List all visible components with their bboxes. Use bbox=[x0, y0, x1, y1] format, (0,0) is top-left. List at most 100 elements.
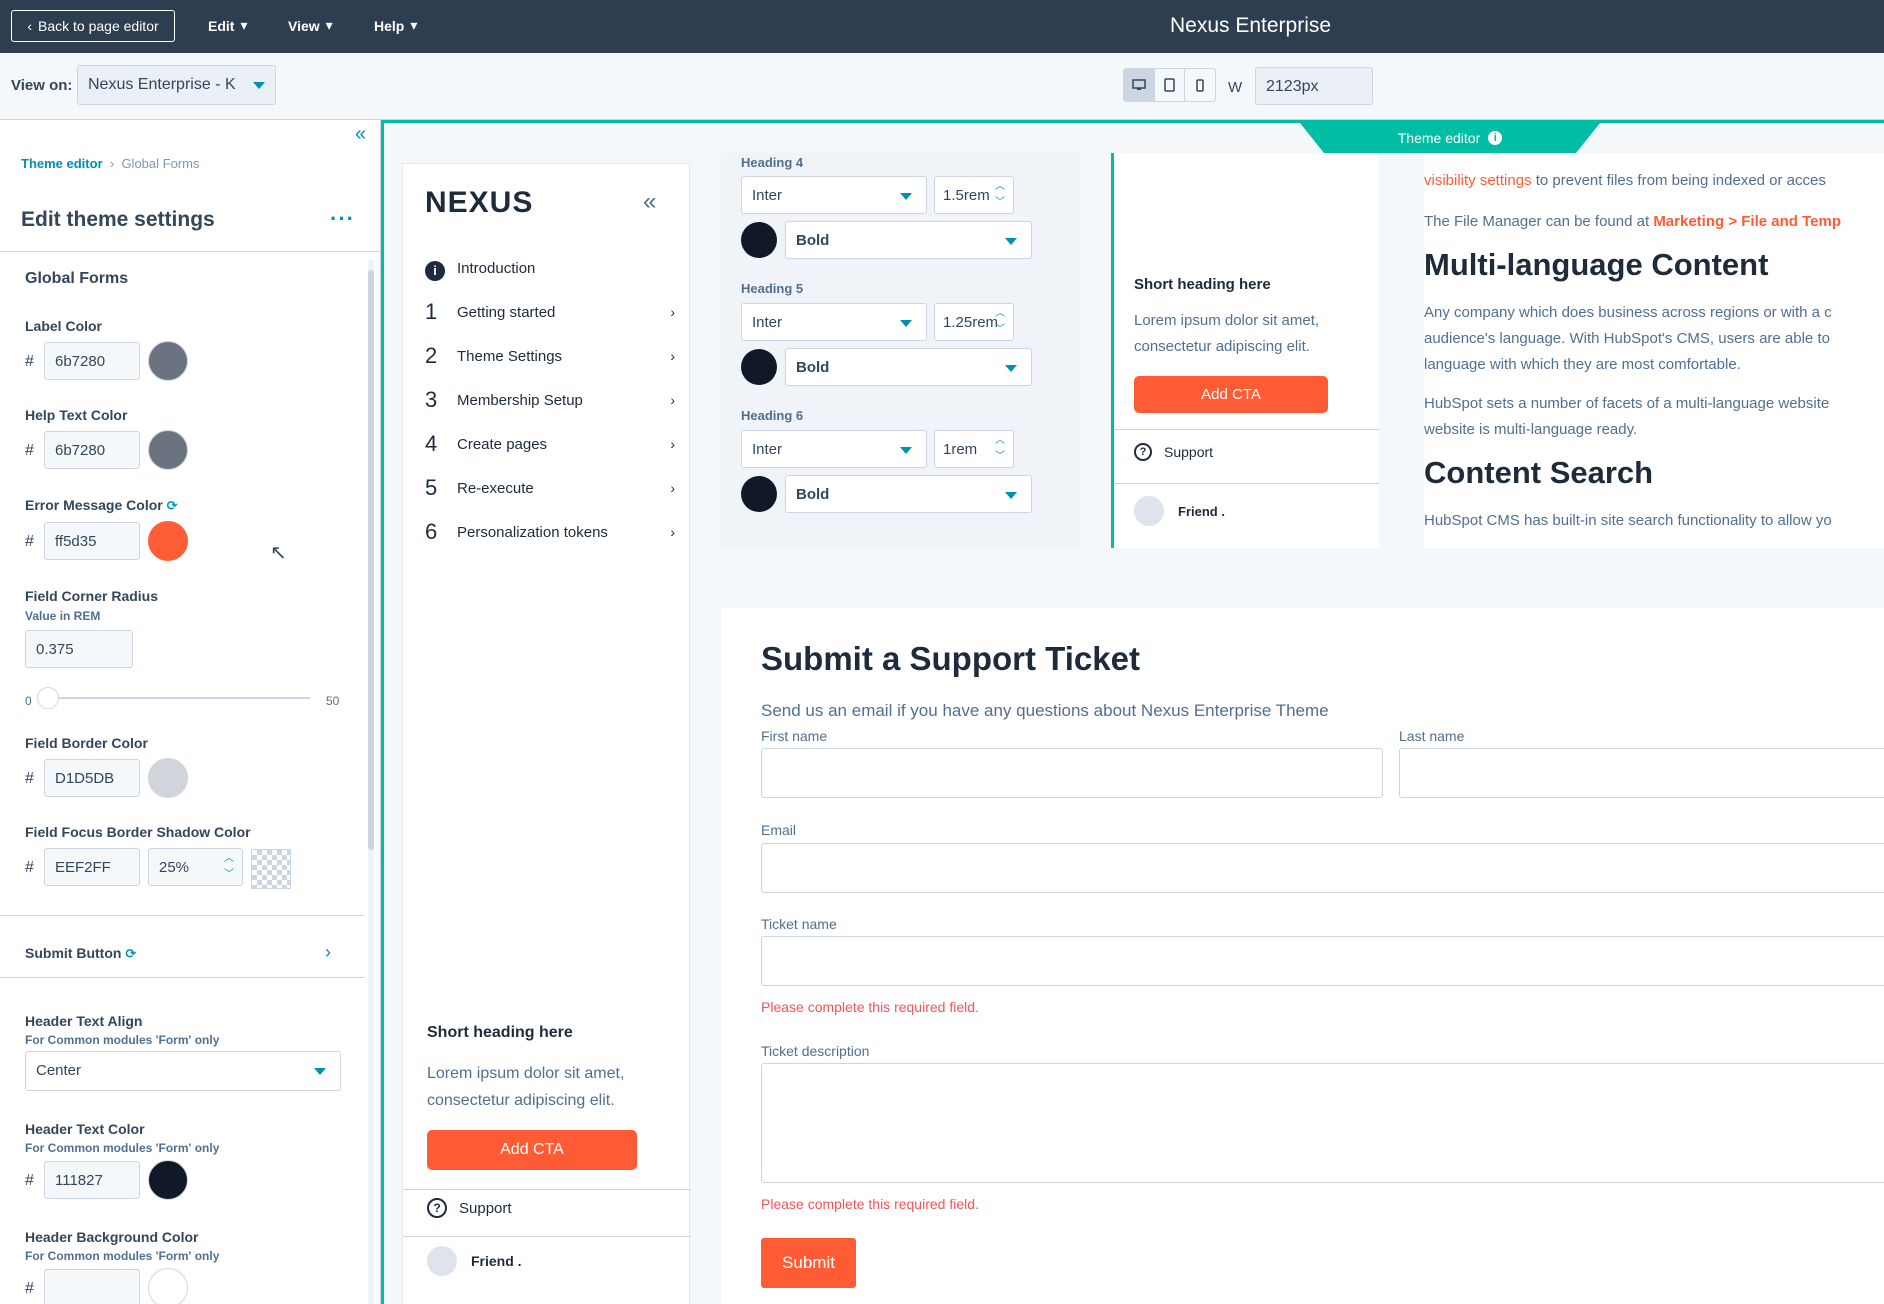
heading-5-size-input[interactable]: 1.25rem ︿ ﹀ bbox=[934, 303, 1014, 341]
heading-5-weight-select[interactable]: Bold bbox=[785, 348, 1032, 386]
theme-editor-tab[interactable]: Theme editor i bbox=[1300, 123, 1600, 153]
nav-item-theme-settings[interactable]: 2 Theme Settings › bbox=[425, 343, 675, 368]
heading-4-color-swatch[interactable] bbox=[741, 222, 777, 258]
nav-item-introduction[interactable]: i Introduction bbox=[425, 256, 675, 281]
submit-button[interactable]: Submit bbox=[761, 1238, 856, 1288]
chevron-up-icon[interactable]: ︿ bbox=[218, 851, 240, 867]
opacity-stepper[interactable]: ︿ ﹀ bbox=[218, 851, 240, 883]
file-manager-link[interactable]: Marketing > File and Temp bbox=[1653, 213, 1841, 230]
mobile-icon bbox=[1196, 78, 1204, 92]
field-corner-radius-hint: Value in REM bbox=[25, 609, 101, 623]
menu-help[interactable]: Help ▾ bbox=[374, 17, 417, 34]
width-label: W bbox=[1228, 79, 1243, 96]
breadcrumb-theme-editor[interactable]: Theme editor bbox=[21, 156, 103, 171]
radius-slider-track[interactable] bbox=[46, 697, 310, 699]
chevron-down-icon[interactable]: ﹀ bbox=[989, 322, 1011, 338]
header-text-color-swatch[interactable] bbox=[148, 1160, 188, 1200]
desktop-view-button[interactable] bbox=[1124, 69, 1155, 101]
mid-support-link[interactable]: ? Support bbox=[1134, 443, 1213, 461]
error-message-color-swatch[interactable] bbox=[148, 521, 188, 561]
nav-item-re-execute[interactable]: 5 Re-execute › bbox=[425, 475, 675, 500]
menu-edit[interactable]: Edit ▾ bbox=[208, 17, 247, 34]
nav-item-getting-started[interactable]: 1 Getting started › bbox=[425, 299, 675, 324]
field-border-color-input[interactable]: D1D5DB bbox=[44, 759, 140, 797]
heading-5-label: Heading 5 bbox=[741, 281, 804, 296]
heading-6-color-swatch[interactable] bbox=[741, 476, 777, 512]
back-to-page-editor-button[interactable]: ‹ Back to page editor bbox=[11, 10, 175, 42]
ticket-description-textarea[interactable] bbox=[761, 1063, 1884, 1183]
mobile-view-button[interactable] bbox=[1185, 69, 1215, 101]
size-stepper[interactable]: ︿ ﹀ bbox=[989, 306, 1011, 338]
slider-min: 0 bbox=[25, 694, 32, 708]
header-bg-color-swatch[interactable] bbox=[148, 1268, 188, 1304]
collapse-panel-icon[interactable]: « bbox=[355, 123, 366, 146]
field-border-color-swatch[interactable] bbox=[148, 758, 188, 798]
header-text-align-select[interactable]: Center bbox=[25, 1051, 341, 1091]
ticket-name-input[interactable] bbox=[761, 936, 1884, 986]
nav-item-personalization-tokens[interactable]: 6 Personalization tokens › bbox=[425, 519, 675, 544]
size-stepper[interactable]: ︿ ﹀ bbox=[989, 179, 1011, 211]
divider bbox=[0, 915, 365, 916]
help-text-color-input[interactable]: 6b7280 bbox=[44, 431, 140, 469]
size-stepper[interactable]: ︿ ﹀ bbox=[989, 433, 1011, 465]
error-message-color-input[interactable]: ff5d35 bbox=[44, 522, 140, 560]
caret-down-icon bbox=[1005, 492, 1017, 499]
scrollbar-thumb[interactable] bbox=[368, 270, 374, 850]
last-name-input[interactable] bbox=[1399, 748, 1884, 798]
heading-4-size-input[interactable]: 1.5rem ︿ ﹀ bbox=[934, 176, 1014, 214]
header-bg-color-input[interactable] bbox=[44, 1269, 140, 1304]
nav-add-cta-button[interactable]: Add CTA bbox=[427, 1130, 637, 1170]
more-options-icon[interactable]: ··· bbox=[330, 206, 355, 232]
nav-user[interactable]: Friend . bbox=[427, 1246, 522, 1276]
field-corner-radius-input[interactable]: 0.375 bbox=[25, 630, 133, 668]
view-on-select[interactable]: Nexus Enterprise - K bbox=[77, 65, 276, 105]
chevron-up-icon[interactable]: ︿ bbox=[989, 433, 1011, 449]
heading-4-label: Heading 4 bbox=[741, 155, 804, 170]
tablet-view-button[interactable] bbox=[1155, 69, 1186, 101]
nav-support-link[interactable]: ? Support bbox=[427, 1198, 512, 1218]
article-heading: Multi-language Content bbox=[1424, 247, 1769, 282]
help-text-color-swatch[interactable] bbox=[148, 430, 188, 470]
chevron-down-icon[interactable]: ﹀ bbox=[218, 867, 240, 883]
submit-button-section[interactable]: Submit Button ⟳ bbox=[25, 945, 136, 962]
refresh-icon[interactable]: ⟳ bbox=[167, 498, 178, 513]
chevron-up-icon[interactable]: ︿ bbox=[989, 179, 1011, 195]
ticket-description-error: Please complete this required field. bbox=[761, 1196, 979, 1212]
label-color-input[interactable]: 6b7280 bbox=[44, 342, 140, 380]
desktop-icon bbox=[1132, 79, 1146, 90]
heading-5-font-select[interactable]: Inter bbox=[741, 303, 927, 341]
heading-6-font-select[interactable]: Inter bbox=[741, 430, 927, 468]
mid-add-cta-button[interactable]: Add CTA bbox=[1134, 376, 1328, 413]
article-paragraph: The File Manager can be found at Marketi… bbox=[1424, 213, 1841, 230]
chevron-up-icon[interactable]: ︿ bbox=[989, 306, 1011, 322]
mid-user[interactable]: Friend . bbox=[1134, 496, 1225, 526]
chevron-down-icon[interactable]: ﹀ bbox=[989, 195, 1011, 211]
heading-6-weight-select[interactable]: Bold bbox=[785, 475, 1032, 513]
menu-view[interactable]: View ▾ bbox=[288, 17, 333, 34]
width-input[interactable]: 2123px bbox=[1255, 67, 1373, 105]
article-preview: visibility settings to prevent files fro… bbox=[1424, 153, 1884, 548]
visibility-settings-link[interactable]: visibility settings bbox=[1424, 172, 1532, 189]
info-icon[interactable]: i bbox=[1488, 131, 1503, 145]
collapse-nav-icon[interactable]: « bbox=[643, 188, 656, 216]
heading-6-size-input[interactable]: 1rem ︿ ﹀ bbox=[934, 430, 1014, 468]
field-focus-shadow-input[interactable]: EEF2FF bbox=[44, 848, 140, 886]
chevron-right-icon[interactable]: › bbox=[325, 942, 331, 963]
ticket-name-error: Please complete this required field. bbox=[761, 999, 979, 1015]
email-input[interactable] bbox=[761, 843, 1884, 893]
radius-slider-handle[interactable] bbox=[37, 687, 59, 709]
first-name-input[interactable] bbox=[761, 748, 1383, 798]
header-text-color-input[interactable]: 111827 bbox=[44, 1161, 140, 1199]
nav-item-membership-setup[interactable]: 3 Membership Setup › bbox=[425, 387, 675, 412]
heading-4-weight-select[interactable]: Bold bbox=[785, 221, 1032, 259]
breadcrumb: Theme editor › Global Forms bbox=[21, 156, 199, 171]
refresh-icon[interactable]: ⟳ bbox=[125, 946, 136, 961]
chevron-down-icon[interactable]: ﹀ bbox=[989, 449, 1011, 465]
opacity-input[interactable]: 25% ︿ ﹀ bbox=[148, 848, 243, 886]
transparent-swatch[interactable] bbox=[251, 849, 291, 889]
heading-4-font-select[interactable]: Inter bbox=[741, 176, 927, 214]
label-color-swatch[interactable] bbox=[148, 341, 188, 381]
first-name-label: First name bbox=[761, 728, 828, 744]
heading-5-color-swatch[interactable] bbox=[741, 349, 777, 385]
nav-item-create-pages[interactable]: 4 Create pages › bbox=[425, 431, 675, 456]
